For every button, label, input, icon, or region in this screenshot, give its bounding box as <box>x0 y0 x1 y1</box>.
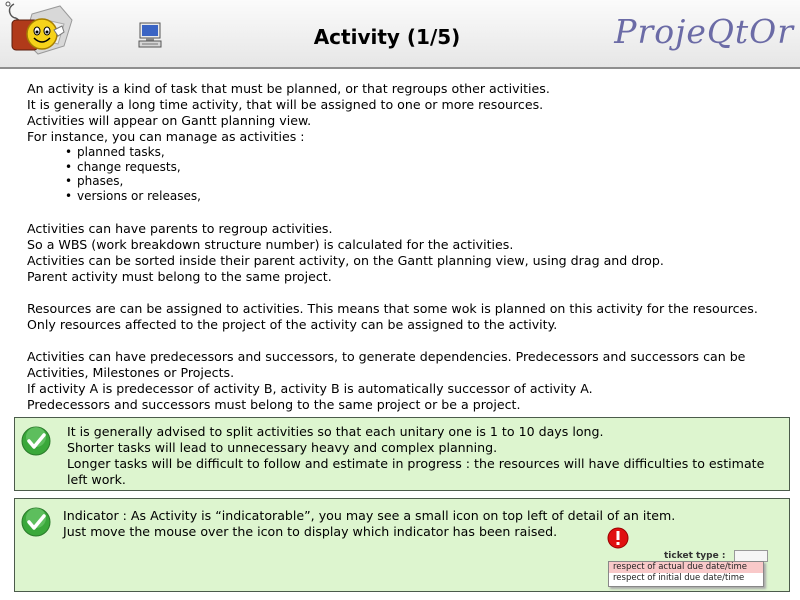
tip-line: It is generally advised to split activit… <box>67 424 604 439</box>
mascot-logo-icon <box>5 1 73 55</box>
list-item: versions or releases, <box>65 189 787 204</box>
tip-line: Longer tasks will be difficult to follow… <box>67 456 765 487</box>
alert-icon[interactable] <box>606 526 630 550</box>
dependencies-line: Predecessors and successors must belong … <box>27 397 521 412</box>
intro-line: For instance, you can manage as activiti… <box>27 129 305 144</box>
main-content: An activity is a kind of task that must … <box>27 81 787 413</box>
tip-line: Shorter tasks will lead to unnecessary h… <box>67 440 498 455</box>
computer-icon[interactable] <box>136 20 166 50</box>
indicator-line-initial: respect of initial due date/time <box>613 573 745 583</box>
projeqtor-logo: ProjeQtOr <box>614 12 794 51</box>
parents-line: Activities can be sorted inside their pa… <box>27 253 664 268</box>
dependencies-line: If activity A is predecessor of activity… <box>27 381 593 396</box>
indicator-example: ticket type : respect of actual due date… <box>606 549 768 589</box>
tip-line: Indicator : As Activity is “indicatorabl… <box>63 508 676 523</box>
page-title: Activity (1/5) <box>313 25 461 49</box>
list-item: phases, <box>65 174 787 189</box>
indicator-tooltip: respect of actual due date/time respect … <box>608 561 764 587</box>
parents-line: Parent activity must belong to the same … <box>27 269 332 284</box>
intro-line: Activities will appear on Gantt planning… <box>27 113 312 128</box>
parents-line: Activities can have parents to regroup a… <box>27 221 333 236</box>
intro-line: An activity is a kind of task that must … <box>27 81 550 96</box>
tip-line: Just move the mouse over the icon to dis… <box>63 524 558 539</box>
resources-paragraph: Resources are can be assigned to activit… <box>27 301 758 332</box>
indicator-line-actual: respect of actual due date/time <box>609 562 763 573</box>
dependencies-line: Activities can have predecessors and suc… <box>27 349 746 380</box>
tip-box-split-activities: It is generally advised to split activit… <box>14 417 790 491</box>
list-item: change requests, <box>65 160 787 175</box>
parents-line: So a WBS (work breakdown structure numbe… <box>27 237 514 252</box>
list-item: planned tasks, <box>65 145 787 160</box>
check-icon <box>21 507 51 537</box>
intro-line: It is generally a long time activity, th… <box>27 97 544 112</box>
ticket-type-label: ticket type : <box>664 551 726 561</box>
header-bar: Activity (1/5) ProjeQtOr <box>0 0 800 69</box>
examples-list: planned tasks, change requests, phases, … <box>27 145 787 203</box>
check-icon <box>21 426 51 456</box>
